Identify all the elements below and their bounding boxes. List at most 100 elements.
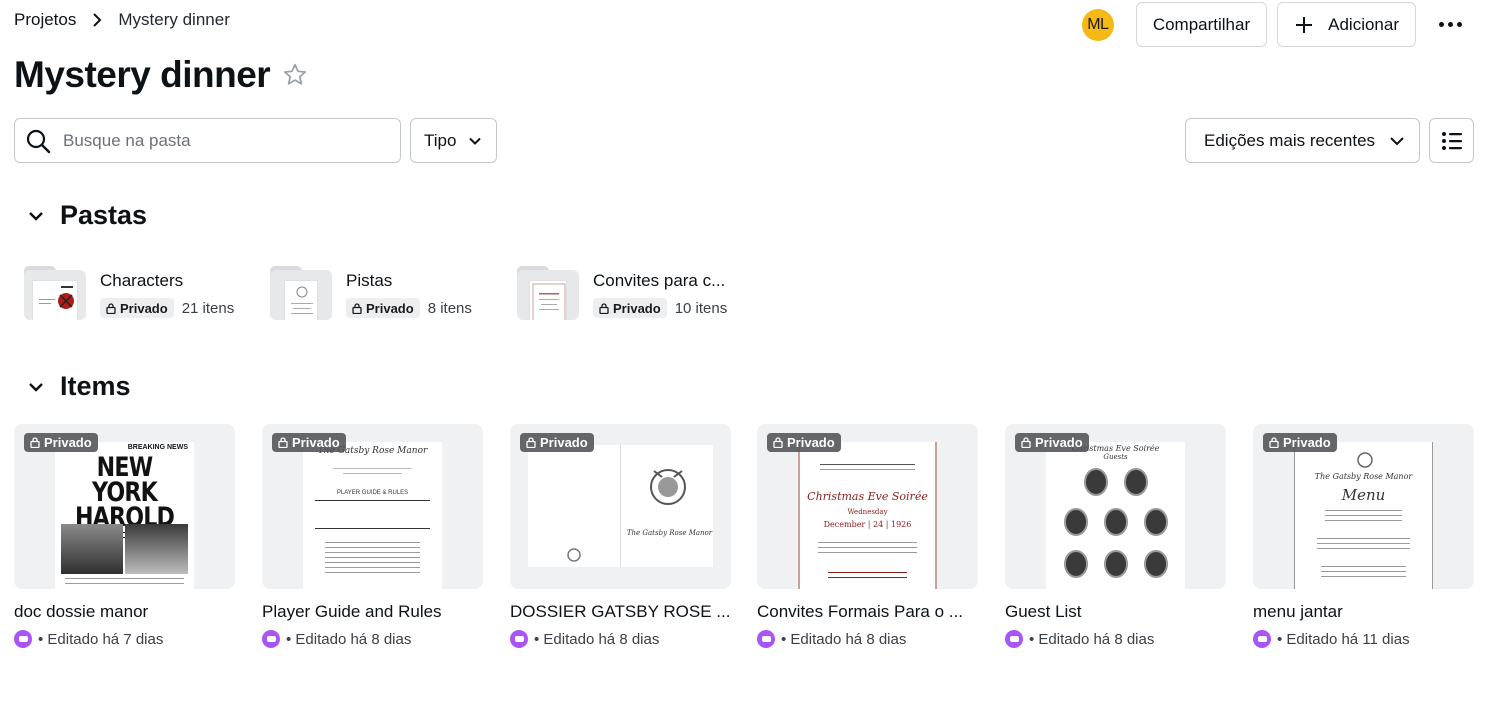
design-card[interactable]: Privado BREAKING NEWS NEW YORK HAROLD do…: [14, 424, 235, 648]
edited-meta: • Editado há 8 dias: [781, 630, 907, 648]
document-preview: The Gatsby Rose Manor: [528, 445, 713, 567]
folder-name: Characters: [100, 271, 184, 290]
doc-type-icon: [1005, 630, 1023, 648]
privacy-badge: Privado: [520, 433, 594, 452]
chevron-down-icon: [29, 382, 43, 392]
breadcrumb-projects-link[interactable]: Projetos: [14, 10, 76, 30]
design-title[interactable]: doc dossie manor: [14, 602, 235, 622]
add-button-label: Adicionar: [1328, 14, 1399, 34]
badge-label: Privado: [787, 435, 835, 450]
badge-label: Privado: [1035, 435, 1083, 450]
design-title[interactable]: Convites Formais Para o ...: [757, 602, 978, 622]
doc-type-icon: [262, 630, 280, 648]
design-title[interactable]: Guest List: [1005, 602, 1226, 622]
document-preview: Christmas Eve Soirée Guests: [1046, 442, 1185, 589]
lock-icon: [1021, 437, 1031, 448]
manor-name: The Gatsby Rose Manor: [1314, 472, 1413, 481]
document-preview: Christmas Eve Soirée Wednesday December …: [798, 442, 937, 589]
share-button-label: Compartilhar: [1152, 14, 1251, 34]
lock-icon: [352, 302, 362, 314]
design-thumbnail[interactable]: Privado Christmas Eve Soirée Wednesday D…: [757, 424, 978, 589]
badge-label: Privado: [1283, 435, 1331, 450]
folder-name: Convites para c...: [593, 271, 726, 290]
design-title[interactable]: menu jantar: [1253, 602, 1474, 622]
design-thumbnail[interactable]: Privado Christmas Eve Soirée Guests: [1005, 424, 1226, 589]
breadcrumb-current: Mystery dinner: [118, 10, 230, 29]
add-button[interactable]: Adicionar: [1277, 2, 1416, 47]
type-filter-label: Tipo: [424, 130, 457, 150]
privacy-badge: Privado: [272, 433, 346, 452]
document-preview: The Gatsby Rose Manor PLAYER GUIDE & RUL…: [303, 442, 442, 589]
badge-label: Privado: [366, 300, 414, 316]
items-section-header[interactable]: Items: [26, 371, 131, 402]
folders-section-title: Pastas: [60, 200, 148, 230]
privacy-badge: Privado: [593, 298, 667, 318]
folder-thumbnail: [24, 266, 86, 320]
invite-date: December | 24 | 1926: [823, 520, 912, 529]
doc-type-icon: [510, 630, 528, 648]
folder-convites[interactable]: Convites para c... Privado 10 itens: [517, 266, 729, 320]
lock-icon: [773, 437, 783, 448]
folder-name: Pistas: [346, 271, 393, 290]
sort-label: Edições mais recentes: [1204, 130, 1376, 150]
share-button[interactable]: Compartilhar: [1135, 2, 1268, 47]
design-title[interactable]: DOSSIER GATSBY ROSE ...: [510, 602, 731, 622]
chevron-down-icon: [29, 211, 43, 221]
design-card[interactable]: Privado Christmas Eve Soirée Guests Gues…: [1005, 424, 1226, 648]
edited-meta: • Editado há 8 dias: [1029, 630, 1155, 648]
guest-list-subtitle: Guests: [1103, 453, 1128, 461]
folder-thumbnail: [270, 266, 332, 320]
doc-type-icon: [757, 630, 775, 648]
doc-type-icon: [14, 630, 32, 648]
list-view-button[interactable]: [1429, 118, 1474, 163]
lock-icon: [278, 437, 288, 448]
privacy-badge: Privado: [100, 298, 174, 318]
design-card[interactable]: Privado The Gatsby Rose Manor PLAYER GUI…: [262, 424, 483, 648]
privacy-badge: Privado: [767, 433, 841, 452]
items-section-title: Items: [60, 371, 131, 401]
badge-label: Privado: [540, 435, 588, 450]
lock-icon: [30, 437, 40, 448]
search-icon: [26, 129, 51, 153]
star-icon[interactable]: [282, 62, 308, 88]
document-preview: The Gatsby Rose Manor Menu: [1294, 442, 1433, 589]
menu-title: Menu: [1341, 486, 1386, 504]
badge-label: Privado: [120, 300, 168, 316]
player-guide-heading: PLAYER GUIDE & RULES: [336, 490, 409, 496]
edited-meta: • Editado há 7 dias: [38, 630, 164, 648]
title-row: Mystery dinner: [14, 54, 308, 96]
page-title: Mystery dinner: [14, 54, 271, 95]
folders-section-header[interactable]: Pastas: [26, 200, 147, 231]
sort-dropdown[interactable]: Edições mais recentes: [1185, 118, 1420, 163]
list-view-icon: [1441, 131, 1462, 150]
more-options-icon[interactable]: [1428, 3, 1472, 47]
folder-characters[interactable]: Characters Privado 21 itens: [24, 266, 236, 320]
folder-thumbnail: [517, 266, 579, 320]
folder-pistas[interactable]: Pistas Privado 8 itens: [270, 266, 482, 320]
badge-label: Privado: [292, 435, 340, 450]
privacy-badge: Privado: [1015, 433, 1089, 452]
design-thumbnail[interactable]: Privado The Gatsby Rose Manor Menu: [1253, 424, 1474, 589]
newspaper-title: NEW YORK HAROLD: [74, 452, 175, 533]
design-thumbnail[interactable]: Privado The Gatsby Rose Manor PLAYER GUI…: [262, 424, 483, 589]
lock-icon: [599, 302, 609, 314]
edited-meta: • Editado há 11 dias: [1277, 630, 1410, 648]
breadcrumb: Projetos Mystery dinner: [14, 10, 230, 30]
design-thumbnail[interactable]: Privado The Gatsby Rose Manor: [510, 424, 731, 589]
type-filter-dropdown[interactable]: Tipo: [410, 118, 497, 163]
design-card[interactable]: Privado Christmas Eve Soirée Wednesday D…: [757, 424, 978, 648]
manor-name: The Gatsby Rose Manor: [626, 529, 713, 537]
lock-icon: [1269, 437, 1279, 448]
privacy-badge: Privado: [1263, 433, 1337, 452]
lock-icon: [106, 302, 116, 314]
badge-label: Privado: [613, 300, 661, 316]
design-thumbnail[interactable]: Privado BREAKING NEWS NEW YORK HAROLD: [14, 424, 235, 589]
design-card[interactable]: Privado The Gatsby Rose Manor DOSSIER GA…: [510, 424, 731, 648]
design-title[interactable]: Player Guide and Rules: [262, 602, 483, 622]
privacy-badge: Privado: [346, 298, 420, 318]
doc-type-icon: [1253, 630, 1271, 648]
invite-title: Christmas Eve Soirée: [807, 490, 928, 503]
design-card[interactable]: Privado The Gatsby Rose Manor Menu menu …: [1253, 424, 1474, 648]
search-input[interactable]: Busque na pasta: [14, 118, 401, 163]
avatar[interactable]: ML: [1081, 8, 1114, 41]
